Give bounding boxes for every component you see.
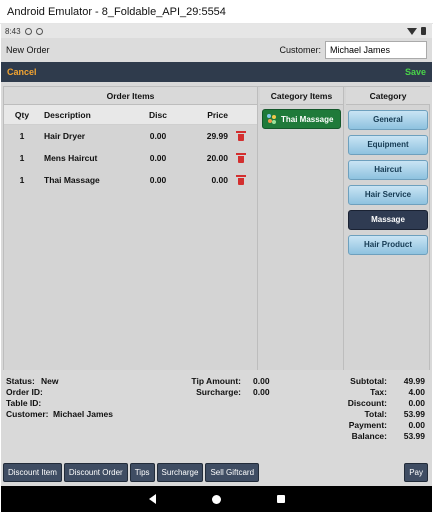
item-qty: 1 <box>19 175 25 185</box>
summary-customer-value: Michael James <box>53 409 114 419</box>
item-description: Mens Haircut <box>44 153 98 163</box>
discount-value: 0.00 <box>408 398 425 408</box>
category-button-hair-service[interactable]: Hair Service <box>348 185 428 205</box>
emulator-window: Android Emulator - 8_Foldable_API_29:555… <box>0 0 433 512</box>
category-button-equipment[interactable]: Equipment <box>348 135 428 155</box>
order-item-row[interactable]: 1 Hair Dryer 0.00 29.99 <box>4 125 257 147</box>
category-title: Category <box>346 87 430 105</box>
order-items-header-row: Qty Description Disc Price <box>4 105 257 125</box>
category-item-button[interactable]: Thai Massage <box>262 109 341 129</box>
pay-button[interactable]: Pay <box>404 462 428 482</box>
order-content: Order Items Qty Description Disc Price 1… <box>3 86 430 386</box>
tip-amount-value: 0.00 <box>253 376 270 386</box>
item-description: Thai Massage <box>44 175 100 185</box>
qty-column-header: Qty <box>14 109 30 120</box>
sell-giftcard-button[interactable]: Sell Giftcard <box>205 462 260 482</box>
category-item-label: Thai Massage <box>281 114 334 124</box>
item-price: 0.00 <box>211 175 228 185</box>
total-value: 53.99 <box>403 409 425 419</box>
order-item-row[interactable]: 1 Mens Haircut 0.00 20.00 <box>4 147 257 169</box>
notification-icon <box>24 27 32 35</box>
summary-customer-label: Customer: <box>6 409 49 419</box>
item-disc: 0.00 <box>149 131 167 141</box>
category-button-massage[interactable]: Massage <box>348 210 428 230</box>
surcharge-button[interactable]: Surcharge <box>156 462 204 482</box>
discount-order-button[interactable]: Discount Order <box>63 462 128 482</box>
sync-icon <box>35 27 43 35</box>
category-button-hair-product[interactable]: Hair Product <box>348 235 428 255</box>
subtotal-label: Subtotal: <box>350 376 387 386</box>
item-price: 20.00 <box>206 153 228 163</box>
window-titlebar: Android Emulator - 8_Foldable_API_29:555… <box>0 0 433 24</box>
order-items-panel: Order Items Qty Description Disc Price 1… <box>4 87 258 385</box>
price-column-header: Price <box>207 109 228 120</box>
total-label: Total: <box>364 409 387 419</box>
payment-value: 0.00 <box>408 420 425 430</box>
device-screen: 8:43 New Order Customer: Cancel Save Ord… <box>1 24 432 512</box>
category-panel: Category General Equipment Haircut Hair … <box>346 87 430 385</box>
customer-label: Customer: <box>279 45 321 55</box>
order-items-title: Order Items <box>4 87 257 105</box>
item-disc: 0.00 <box>149 175 167 185</box>
delete-icon[interactable] <box>236 131 246 141</box>
disc-column-header: Disc <box>149 109 167 120</box>
window-title: Android Emulator - 8_Foldable_API_29:555… <box>7 5 226 18</box>
order-header: New Order Customer: <box>1 38 432 62</box>
description-column-header: Description <box>44 109 91 120</box>
save-button[interactable]: Save <box>405 67 426 77</box>
balance-label: Balance: <box>351 431 387 441</box>
wifi-icon <box>407 27 417 35</box>
discount-item-button[interactable]: Discount Item <box>3 462 62 482</box>
subtotal-value: 49.99 <box>403 376 425 386</box>
category-items-panel: Category Items Thai Massage <box>260 87 344 385</box>
order-id-label: Order ID: <box>6 387 43 397</box>
table-id-label: Table ID: <box>6 398 42 408</box>
item-description: Hair Dryer <box>44 131 86 141</box>
item-disc: 0.00 <box>149 153 167 163</box>
balance-value: 53.99 <box>403 431 425 441</box>
status-value: New <box>41 376 59 386</box>
customer-input[interactable] <box>325 41 427 59</box>
status-bar: 8:43 <box>1 24 432 38</box>
order-item-row[interactable]: 1 Thai Massage 0.00 0.00 <box>4 169 257 191</box>
payment-label: Payment: <box>348 420 387 430</box>
status-label: Status: <box>6 376 35 386</box>
action-bar: Cancel Save <box>1 62 432 82</box>
tip-amount-label: Tip Amount: <box>191 376 241 386</box>
item-qty: 1 <box>19 131 25 141</box>
discount-label: Discount: <box>347 398 387 408</box>
screen-title: New Order <box>6 45 50 55</box>
cancel-button[interactable]: Cancel <box>7 67 37 77</box>
recent-apps-icon[interactable] <box>276 495 285 503</box>
back-icon[interactable] <box>148 494 156 504</box>
surcharge-label: Surcharge: <box>196 387 241 397</box>
category-items-title: Category Items <box>260 87 343 105</box>
category-button-general[interactable]: General <box>348 110 428 130</box>
delete-icon[interactable] <box>236 153 246 163</box>
battery-icon <box>421 27 426 35</box>
android-nav-bar <box>1 486 432 512</box>
bottom-toolbar: Discount Item Discount Order Tips Surcha… <box>1 458 432 486</box>
tips-button[interactable]: Tips <box>129 462 155 482</box>
tax-value: 4.00 <box>408 387 425 397</box>
tax-label: Tax: <box>370 387 387 397</box>
category-button-haircut[interactable]: Haircut <box>348 160 428 180</box>
item-price: 29.99 <box>206 131 228 141</box>
status-time: 8:43 <box>5 26 21 36</box>
item-qty: 1 <box>19 153 25 163</box>
massage-icon <box>267 114 277 124</box>
delete-icon[interactable] <box>236 175 246 185</box>
surcharge-value: 0.00 <box>253 387 270 397</box>
home-icon[interactable] <box>211 494 221 504</box>
